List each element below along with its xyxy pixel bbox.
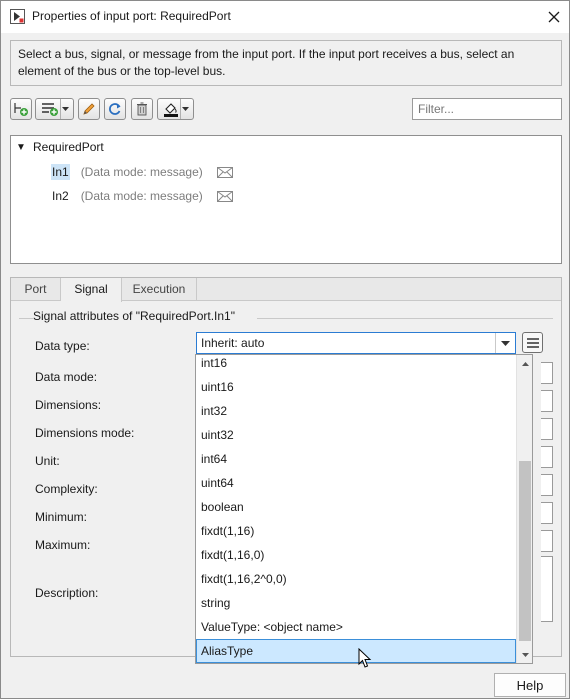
tree-item-label: In1 — [51, 164, 70, 180]
minimum-field[interactable] — [541, 502, 553, 524]
data-type-value: Inherit: auto — [201, 336, 265, 350]
dropdown-option[interactable]: uint32 — [196, 423, 516, 447]
edit-button[interactable] — [78, 98, 100, 120]
group-divider — [257, 318, 553, 319]
dimensions-mode-label: Dimensions mode: — [35, 426, 135, 440]
dropdown-option[interactable]: ValueType: <object name> — [196, 615, 516, 639]
dropdown-option[interactable]: fixdt(1,16,2^0,0) — [196, 567, 516, 591]
tree-item-in2[interactable]: In2 (Data mode: message) — [51, 186, 233, 206]
fill-color-icon — [163, 103, 178, 117]
complexity-select[interactable] — [541, 474, 553, 496]
dropdown-option[interactable]: fixdt(1,16) — [196, 519, 516, 543]
filter-input[interactable] — [412, 98, 562, 120]
dropdown-scrollbar[interactable] — [516, 355, 532, 663]
chevron-down-icon[interactable] — [495, 333, 515, 353]
properties-dialog: Properties of input port: RequiredPort S… — [0, 0, 570, 699]
data-mode-label: Data mode: — [35, 370, 98, 384]
tab-signal[interactable]: Signal — [61, 278, 122, 302]
list-icon — [526, 337, 539, 348]
close-icon — [548, 11, 560, 23]
envelope-icon — [216, 190, 233, 202]
unit-label: Unit: — [35, 454, 60, 468]
dropdown-option[interactable]: uint16 — [196, 375, 516, 399]
data-type-assistant-button[interactable] — [522, 332, 543, 353]
signal-group-title: Signal attributes of "RequiredPort.In1" — [33, 309, 235, 323]
data-mode-label: (Data mode: message) — [80, 189, 203, 203]
group-divider — [19, 318, 33, 319]
chevron-down-icon[interactable] — [179, 99, 190, 119]
delete-icon — [137, 102, 147, 116]
complexity-label: Complexity: — [35, 482, 98, 496]
tab-execution[interactable]: Execution — [122, 278, 197, 301]
dropdown-option[interactable]: int16 — [196, 355, 516, 375]
maximum-label: Maximum: — [35, 538, 91, 552]
delete-button[interactable] — [131, 98, 153, 120]
tree-item-in1[interactable]: In1 (Data mode: message) — [51, 162, 233, 182]
description-label: Description: — [35, 586, 99, 600]
scrollbar-thumb[interactable] — [519, 461, 531, 641]
envelope-icon — [216, 166, 233, 178]
dropdown-option[interactable]: fixdt(1,16,0) — [196, 543, 516, 567]
dropdown-option[interactable]: uint64 — [196, 471, 516, 495]
add-element-button[interactable] — [10, 98, 32, 120]
fill-color-button[interactable] — [157, 98, 194, 120]
dimensions-mode-select[interactable] — [541, 418, 553, 440]
dropdown-option[interactable]: string — [196, 591, 516, 615]
data-type-label: Data type: — [35, 339, 90, 353]
add-element-icon — [14, 103, 28, 116]
dimensions-label: Dimensions: — [35, 398, 102, 412]
scroll-down-icon[interactable] — [517, 646, 532, 663]
caret-down-icon[interactable]: ▼ — [16, 142, 29, 153]
data-type-combobox[interactable]: Inherit: auto — [196, 332, 516, 354]
tree-root-label: RequiredPort — [33, 140, 104, 154]
data-mode-select[interactable] — [541, 362, 553, 384]
add-bus-button[interactable] — [35, 98, 74, 120]
description-field[interactable] — [541, 556, 553, 622]
window-title: Properties of input port: RequiredPort — [32, 9, 231, 23]
refresh-icon — [109, 103, 121, 115]
close-button[interactable] — [539, 3, 569, 31]
chevron-down-icon[interactable] — [59, 99, 70, 119]
dropdown-option-highlighted[interactable]: AliasType — [196, 639, 516, 663]
help-button[interactable]: Help — [494, 673, 566, 697]
dimensions-field[interactable] — [541, 390, 553, 412]
title-bar: Properties of input port: RequiredPort — [1, 1, 569, 33]
signal-tree: ▼ RequiredPort In1 (Data mode: message) … — [10, 135, 562, 264]
tab-port[interactable]: Port — [11, 278, 61, 301]
dropdown-option[interactable]: int32 — [196, 399, 516, 423]
tab-bar: Port Signal Execution — [11, 278, 561, 302]
scroll-up-icon[interactable] — [517, 355, 532, 372]
maximum-field[interactable] — [541, 530, 553, 552]
add-bus-icon — [41, 103, 58, 116]
tree-item-label: In2 — [52, 189, 69, 203]
refresh-button[interactable] — [104, 98, 126, 120]
minimum-label: Minimum: — [35, 510, 88, 524]
dropdown-option[interactable]: boolean — [196, 495, 516, 519]
edit-pencil-icon — [83, 103, 95, 115]
unit-field[interactable] — [541, 446, 553, 468]
data-type-dropdown-list: int16 uint16 int32 uint32 int64 uint64 b… — [195, 354, 533, 664]
simulink-port-icon — [10, 9, 25, 24]
tree-root[interactable]: ▼ RequiredPort — [16, 140, 104, 154]
description-text: Select a bus, signal, or message from th… — [10, 40, 562, 86]
data-mode-label: (Data mode: message) — [80, 165, 203, 179]
dropdown-option[interactable]: int64 — [196, 447, 516, 471]
